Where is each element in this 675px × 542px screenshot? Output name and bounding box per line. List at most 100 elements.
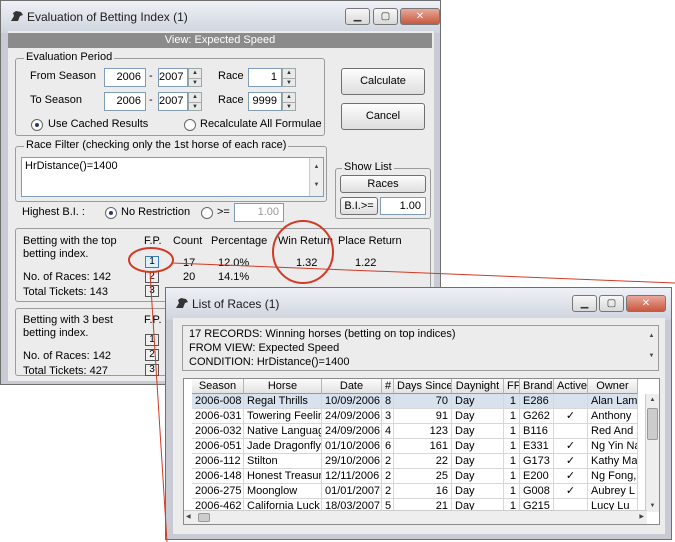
col-percentage-header: Percentage: [211, 235, 268, 247]
table-cell: Stilton: [244, 454, 322, 469]
to-season-spinner[interactable]: ▲ ▼: [188, 92, 202, 111]
fp-3-button[interactable]: 3: [145, 285, 159, 297]
table-cell: Day: [452, 439, 504, 454]
vscroll-thumb[interactable]: [647, 408, 658, 440]
to-season-start-input[interactable]: 2006: [104, 92, 146, 111]
no-restriction-radio[interactable]: [105, 207, 117, 219]
table-cell: 2006-148: [192, 469, 244, 484]
races-table: Season Horse Date # Days Since Daynight FP Bran…: [183, 378, 660, 525]
close-button[interactable]: ✕: [400, 8, 440, 25]
calculate-button[interactable]: Calculate: [341, 68, 425, 95]
minimize-button[interactable]: ▁: [345, 8, 370, 25]
list-maximize-button[interactable]: ▢: [599, 295, 624, 312]
table-cell: 24/09/2006: [322, 409, 382, 424]
table-cell: 01/01/2007: [322, 484, 382, 499]
scroll-up-icon[interactable]: ▲: [646, 394, 659, 406]
column-header-days-since[interactable]: Days Since: [394, 379, 452, 394]
fp-1-percentage: 12.0%: [218, 257, 250, 269]
maximize-button[interactable]: ▢: [373, 8, 398, 25]
table-cell: Ng Yin Na: [588, 439, 638, 454]
column-header-daynight[interactable]: Daynight: [452, 379, 504, 394]
race-from-spinner[interactable]: ▲ ▼: [282, 68, 296, 87]
table-cell: 2006-112: [192, 454, 244, 469]
to-season-end-input[interactable]: 2007: [158, 92, 188, 111]
gte-value-input[interactable]: 1.00: [234, 203, 284, 222]
race-to-spinner[interactable]: ▲ ▼: [282, 92, 296, 111]
column-header-owner[interactable]: Owner: [588, 379, 638, 394]
table-cell: 24/09/2006: [322, 424, 382, 439]
race-from-input[interactable]: 1: [248, 68, 282, 87]
table-cell: Honest Treasure: [244, 469, 322, 484]
hscroll-thumb[interactable]: [198, 513, 210, 522]
gte-label: >=: [217, 206, 230, 218]
table-cell: ✓: [554, 469, 588, 484]
race-to-input[interactable]: 9999: [248, 92, 282, 111]
table-cell: B116: [520, 424, 554, 439]
results-top-total-tickets: Total Tickets: 143: [23, 286, 108, 298]
results-best3-title-2: betting index.: [23, 327, 89, 339]
bi-filter-input[interactable]: 1.00: [380, 197, 426, 215]
recalculate-radio[interactable]: [184, 119, 196, 131]
table-cell: Day: [452, 469, 504, 484]
column-header-brand[interactable]: Brand: [520, 379, 554, 394]
table-hscrollbar[interactable]: ◀ ▶: [184, 510, 647, 524]
table-cell: Aubrey L: [588, 484, 638, 499]
from-season-start-input[interactable]: 2006: [104, 68, 146, 87]
column-header-horse[interactable]: Horse: [244, 379, 322, 394]
results-best3-title-1: Betting with 3 best: [23, 314, 113, 326]
results-top-title-2: betting index.: [23, 248, 89, 260]
table-cell: G262: [520, 409, 554, 424]
from-season-dash: -: [149, 70, 153, 82]
fp-2-percentage: 14.1%: [218, 271, 250, 283]
table-vscrollbar[interactable]: ▲ ▼: [645, 394, 659, 512]
list-close-button[interactable]: ✕: [626, 295, 666, 312]
info-scrollbar[interactable]: ▲ ▼: [645, 326, 658, 370]
bi-filter-button[interactable]: B.I.>=: [340, 197, 378, 215]
list-window-title: List of Races (1): [192, 297, 280, 311]
table-cell: 25: [394, 469, 452, 484]
list-minimize-button[interactable]: ▁: [572, 295, 597, 312]
column-header-date[interactable]: Date: [322, 379, 382, 394]
scroll-down-icon[interactable]: ▼: [646, 500, 659, 512]
table-cell: 2: [382, 454, 394, 469]
race-filter-textbox[interactable]: HrDistance()=1400 ▲ ▼: [21, 157, 324, 197]
evaluation-titlebar[interactable]: Evaluation of Betting Index (1) ▁ ▢ ✕: [1, 1, 440, 33]
gte-radio[interactable]: [201, 207, 213, 219]
table-cell: 1: [504, 424, 520, 439]
race-filter-text: HrDistance()=1400: [25, 160, 118, 172]
table-cell: [554, 394, 588, 409]
list-titlebar[interactable]: List of Races (1) ▁ ▢ ✕: [166, 288, 671, 320]
list-client: 17 RECORDS: Winning horses (betting on t…: [173, 318, 665, 534]
scroll-left-icon[interactable]: ◀: [186, 513, 191, 520]
best3-fp-2-button[interactable]: 2: [145, 349, 159, 361]
table-cell: ✓: [554, 484, 588, 499]
table-cell: Moonglow: [244, 484, 322, 499]
use-cached-radio[interactable]: [31, 119, 43, 131]
info-line-3: CONDITION: HrDistance()=1400: [189, 356, 350, 368]
race-filter-scrollbar[interactable]: ▲ ▼: [309, 158, 323, 196]
scroll-right-icon[interactable]: ▶: [639, 513, 644, 520]
column-header-season[interactable]: Season: [192, 379, 244, 394]
table-cell: 29/10/2006: [322, 454, 382, 469]
cancel-button[interactable]: Cancel: [341, 103, 425, 130]
table-cell: Ng Fong,: [588, 469, 638, 484]
best3-fp-1-button[interactable]: 1: [145, 334, 159, 346]
to-season-label: To Season: [30, 94, 82, 106]
from-season-end-input[interactable]: 2007: [158, 68, 188, 87]
column-header--[interactable]: #: [382, 379, 394, 394]
table-cell: Towering Feeling: [244, 409, 322, 424]
table-cell: 2: [382, 469, 394, 484]
column-header-active[interactable]: Active: [554, 379, 588, 394]
fp-1-button[interactable]: 1: [145, 256, 159, 268]
from-season-spinner[interactable]: ▲ ▼: [188, 68, 202, 87]
races-button[interactable]: Races: [340, 175, 426, 193]
fp-2-count: 20: [183, 271, 196, 283]
window-title: Evaluation of Betting Index (1): [27, 10, 188, 24]
table-cell: Kathy Ma: [588, 454, 638, 469]
best3-fp-3-button[interactable]: 3: [145, 364, 159, 376]
column-header-fp[interactable]: FP: [504, 379, 520, 394]
results-top-no-races: No. of Races: 142: [23, 271, 112, 283]
table-cell: Red And: [588, 424, 638, 439]
table-cell: 161: [394, 439, 452, 454]
fp-2-button[interactable]: 2: [145, 271, 159, 283]
